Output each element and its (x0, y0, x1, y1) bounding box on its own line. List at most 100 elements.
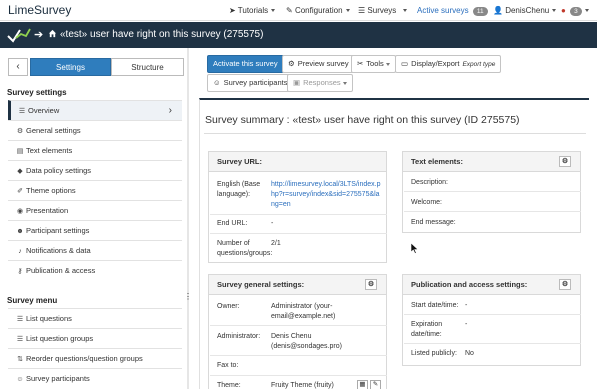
fax-label: Fax to: (217, 362, 239, 369)
notifications-badge: 3 (570, 7, 582, 16)
sidebar-item-survey-participants[interactable]: ☺ Survey participants (8, 368, 182, 388)
caret-down-icon (552, 9, 557, 13)
sidebar-item-reorder[interactable]: ⇅ Reorder questions/question groups (8, 348, 182, 368)
theme-list-button[interactable]: ▦ (357, 380, 368, 389)
brush-icon: ✎ (372, 381, 379, 388)
card-heading: Text elements: ⚙ (403, 152, 580, 172)
sidebar-item-text-elements[interactable]: ▤ Text elements (8, 140, 182, 160)
sidebar-item-label: Survey participants (26, 374, 90, 383)
caret-down-icon (342, 81, 347, 85)
sidebar-item-label: List question groups (26, 334, 94, 343)
cogs-icon[interactable]: ⚙ (559, 156, 571, 167)
home-icon[interactable] (48, 29, 57, 38)
description-label: Description: (411, 179, 448, 186)
nav-configuration[interactable]: ✎ Configuration (286, 6, 350, 15)
cogs-icon[interactable]: ⚙ (365, 279, 377, 290)
sidebar-item-label: Publication & access (26, 266, 96, 275)
survey-menu-heading: Survey menu (7, 296, 58, 305)
survey-toolbar: Activate this survey ⚙ Preview survey ✂ To… (199, 52, 589, 96)
general-settings-card: Survey general settings: ⚙ Owner: Admini… (208, 274, 387, 389)
card-heading: Publication and access settings: ⚙ (403, 275, 580, 295)
survey-url-link[interactable]: http://limesurvey.local/3LTS/index.php?r… (271, 180, 383, 210)
cogs-icon: ⚙ (16, 128, 24, 135)
administrator-label: Administrator: (217, 333, 261, 340)
sidebar-item-notifications[interactable]: ♪ Notifications & data (8, 240, 182, 260)
user-icon: 👤 (493, 6, 503, 15)
brand-logo[interactable]: LimeSurvey (8, 3, 71, 17)
sidebar-item-label: General settings (26, 126, 81, 135)
tab-structure[interactable]: Structure (111, 58, 184, 76)
nav-notifications[interactable]: ● 3 (561, 6, 589, 16)
arrow-right-icon: ➔ (34, 29, 44, 41)
mouse-cursor-icon (411, 243, 419, 254)
tab-settings[interactable]: Settings (30, 58, 111, 76)
sidebar-item-general-settings[interactable]: ⚙ General settings (8, 120, 182, 140)
sidebar-item-label: Notifications & data (26, 246, 91, 255)
english-base-label: English (Base language): (217, 181, 261, 198)
nav-surveys-dropdown[interactable] (400, 6, 407, 15)
sidebar-item-publication[interactable]: ⚷ Publication & access (8, 260, 182, 280)
divider (404, 314, 581, 315)
limesurvey-logo-icon[interactable] (6, 26, 32, 44)
list-icon: ☰ (18, 108, 26, 115)
sidebar-resize-handle-icon[interactable]: ⋮ (184, 292, 192, 301)
card-heading: Survey general settings: ⚙ (209, 275, 386, 295)
send-icon: ➤ (229, 6, 236, 15)
top-navbar: LimeSurvey ➤ Tutorials ✎ Configuration ☰… (0, 0, 597, 21)
nav-user[interactable]: 👤 DenisChenu (493, 6, 557, 15)
nav-tutorials-label: Tutorials (237, 6, 269, 15)
preview-survey-label: Preview survey (297, 59, 349, 68)
divider (210, 325, 387, 326)
sidebar-item-label: Overview (28, 106, 60, 115)
sidebar-item-list-question-groups[interactable]: ☰ List question groups (8, 328, 182, 348)
eye-icon: ◉ (16, 208, 24, 215)
survey-title[interactable]: «test» user have right on this survey (2… (60, 29, 263, 40)
sidebar-item-theme-options[interactable]: ✐ Theme options (8, 180, 182, 200)
nav-configuration-label: Configuration (294, 6, 343, 15)
theme-edit-button[interactable]: ✎ (370, 380, 381, 389)
responses-button[interactable]: ▣ Responses (287, 74, 353, 92)
tools-button[interactable]: ✂ Tools (351, 55, 396, 73)
question-groups-label: Number of questions/groups: (217, 240, 273, 257)
expiration-date-label: Expiration date/time: (411, 321, 443, 338)
nav-surveys[interactable]: ☰ Surveys (358, 6, 396, 15)
active-surveys-badge: 11 (472, 7, 488, 16)
divider (210, 233, 387, 234)
activate-survey-button[interactable]: Activate this survey (207, 55, 284, 73)
chevron-right-icon: › (168, 105, 172, 116)
activate-survey-label: Activate this survey (213, 59, 278, 68)
divider (404, 343, 581, 344)
sidebar-item-label: Reorder questions/question groups (26, 354, 143, 363)
question-groups-value: 2/1 (271, 240, 281, 247)
divider (210, 355, 387, 356)
sidebar-item-overview[interactable]: ☰ Overview › (8, 100, 182, 120)
collapse-sidebar-button[interactable]: ‹ (8, 58, 28, 76)
sidebar-item-label: Text elements (26, 146, 73, 155)
sidebar-item-label: Participant settings (26, 226, 90, 235)
page-title: Survey summary : «test» user have right … (205, 114, 520, 126)
survey-participants-button[interactable]: ☺ Survey participants (207, 74, 294, 92)
nav-tutorials[interactable]: ➤ Tutorials (229, 6, 276, 15)
tools-label: Tools (366, 59, 384, 68)
preview-survey-button[interactable]: ⚙ Preview survey (282, 55, 355, 73)
display-export-label: Display/Export (411, 59, 460, 68)
caret-down-icon (385, 62, 390, 66)
sidebar-item-presentation[interactable]: ◉ Presentation (8, 200, 182, 220)
nav-surveys-label: Surveys (367, 6, 397, 15)
sidebar-item-participant-settings[interactable]: ☻ Participant settings (8, 220, 182, 240)
cogs-icon[interactable]: ⚙ (559, 279, 571, 290)
list-icon: ☰ (358, 6, 366, 15)
publication-access-card: Publication and access settings: ⚙ Start… (402, 274, 581, 366)
administrator-value: Denis Chenu (denis@sondages.pro) (271, 333, 342, 350)
folder-open-icon: ▭ (401, 59, 409, 68)
sidebar-item-list-questions[interactable]: ☰ List questions (8, 308, 182, 328)
caret-down-icon (271, 9, 276, 13)
nav-active-surveys[interactable]: Active surveys 11 (417, 6, 488, 16)
users-icon: ☻ (16, 228, 24, 235)
display-export-button[interactable]: ▭ Display/Export Export type (395, 55, 502, 73)
card-heading-label: Publication and access settings: (411, 280, 528, 289)
sidebar-divider[interactable] (187, 48, 189, 389)
wrench-icon: ✎ (286, 6, 293, 15)
sidebar-item-data-policy[interactable]: ◆ Data policy settings (8, 160, 182, 180)
list-icon: ☰ (16, 316, 24, 323)
